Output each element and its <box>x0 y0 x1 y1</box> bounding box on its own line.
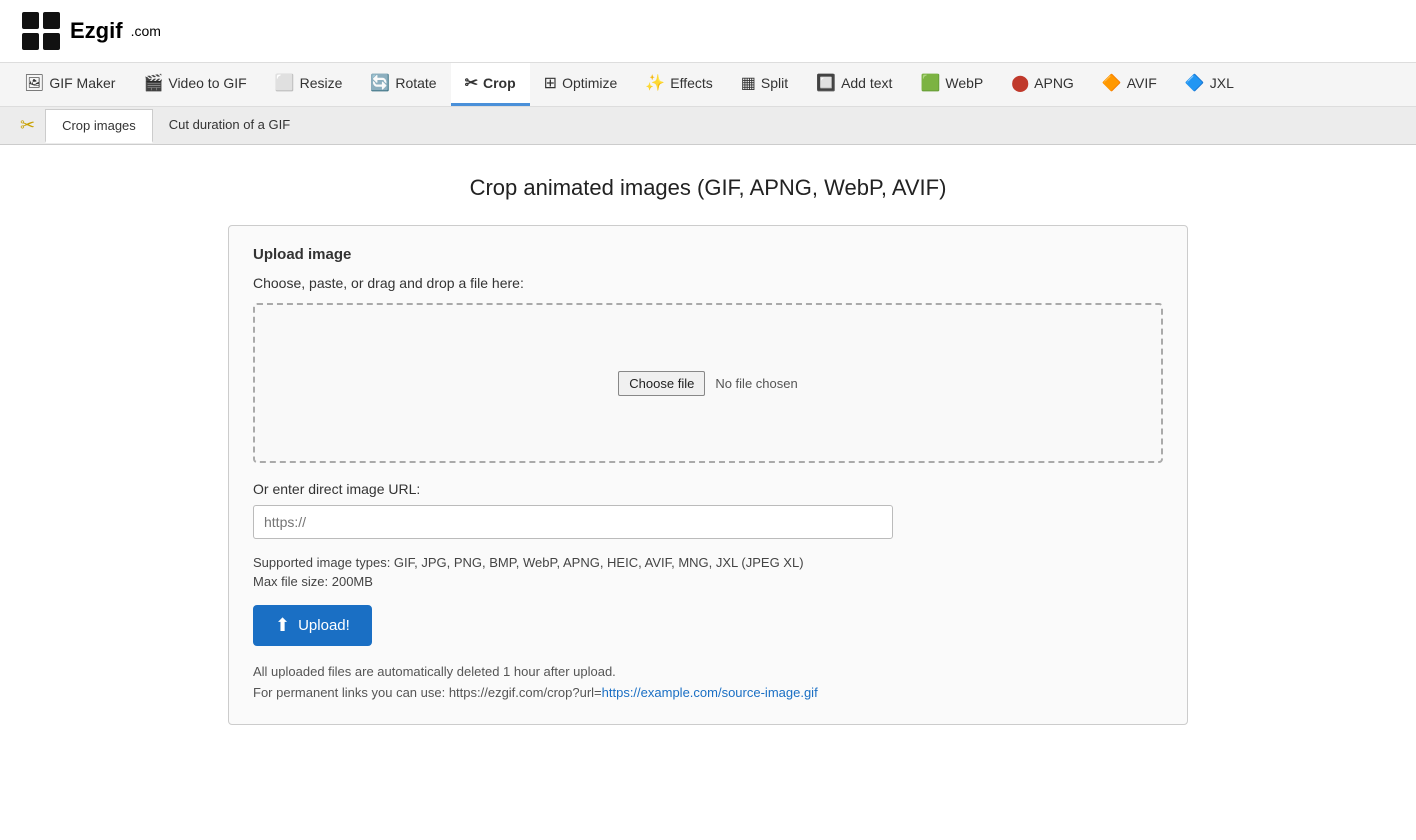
gif-maker-icon: 🖼 <box>24 73 44 93</box>
footer-permanent-link[interactable]: https://example.com/source-image.gif <box>602 685 818 700</box>
crop-icon: ✂ <box>465 73 478 93</box>
nav-item-video-to-gif[interactable]: 🎬 Video to GIF <box>129 63 260 106</box>
url-input[interactable] <box>253 505 893 539</box>
nav-item-rotate[interactable]: 🔄 Rotate <box>356 63 450 106</box>
upload-button[interactable]: ⬆ Upload! <box>253 605 372 646</box>
nav-item-jxl[interactable]: 🔷 JXL <box>1171 63 1248 106</box>
nav-label-rotate: Rotate <box>395 75 436 91</box>
no-file-text: No file chosen <box>715 376 797 391</box>
logo-text: Ezgif <box>70 18 123 44</box>
tab-crop-images[interactable]: Crop images <box>45 109 153 143</box>
nav-item-optimize[interactable]: ⊞ Optimize <box>530 63 632 106</box>
nav-label-effects: Effects <box>670 75 713 91</box>
add-text-icon: 🔲 <box>816 73 836 93</box>
jxl-icon: 🔷 <box>1185 73 1205 93</box>
avif-icon: 🔶 <box>1102 73 1122 93</box>
rotate-icon: 🔄 <box>370 73 390 93</box>
footer-note-line1: All uploaded files are automatically del… <box>253 662 1163 683</box>
nav-label-avif: AVIF <box>1127 75 1157 91</box>
nav-item-webp[interactable]: 🟩 WebP <box>906 63 997 106</box>
video-to-gif-icon: 🎬 <box>143 73 163 93</box>
upload-icon: ⬆ <box>275 615 290 636</box>
nav-label-jxl: JXL <box>1210 75 1234 91</box>
main-content: Crop animated images (GIF, APNG, WebP, A… <box>208 145 1208 755</box>
max-file-size: Max file size: 200MB <box>253 574 1163 589</box>
main-nav: 🖼 GIF Maker 🎬 Video to GIF ⬜ Resize 🔄 Ro… <box>0 63 1416 107</box>
drop-zone[interactable]: Choose file No file chosen <box>253 303 1163 463</box>
logo-link[interactable]: Ezgif .com <box>20 10 161 52</box>
sub-nav: ✂ Crop images Cut duration of a GIF <box>0 107 1416 145</box>
file-input-wrapper: Choose file No file chosen <box>618 371 797 396</box>
resize-icon: ⬜ <box>275 73 295 93</box>
upload-description: Choose, paste, or drag and drop a file h… <box>253 275 1163 291</box>
effects-icon: ✨ <box>645 73 665 93</box>
upload-card-title: Upload image <box>253 246 1163 263</box>
nav-label-video-to-gif: Video to GIF <box>168 75 246 91</box>
footer-note-line2: For permanent links you can use: https:/… <box>253 683 1163 704</box>
nav-label-gif-maker: GIF Maker <box>49 75 115 91</box>
nav-label-split: Split <box>761 75 788 91</box>
webp-icon: 🟩 <box>920 73 940 93</box>
footer-note-prefix: For permanent links you can use: https:/… <box>253 685 602 700</box>
optimize-icon: ⊞ <box>544 73 557 93</box>
split-icon: ▦ <box>741 73 756 93</box>
nav-label-add-text: Add text <box>841 75 892 91</box>
nav-item-gif-maker[interactable]: 🖼 GIF Maker <box>10 63 129 106</box>
nav-item-resize[interactable]: ⬜ Resize <box>261 63 357 106</box>
nav-label-apng: APNG <box>1034 75 1074 91</box>
logo-icon <box>20 10 62 52</box>
footer-note: All uploaded files are automatically del… <box>253 662 1163 704</box>
tab-cut-duration[interactable]: Cut duration of a GIF <box>153 109 306 142</box>
upload-card: Upload image Choose, paste, or drag and … <box>228 225 1188 725</box>
nav-item-split[interactable]: ▦ Split <box>727 63 802 106</box>
apng-icon: ⬤ <box>1011 73 1029 93</box>
nav-label-webp: WebP <box>945 75 983 91</box>
supported-types: Supported image types: GIF, JPG, PNG, BM… <box>253 555 1163 570</box>
nav-item-avif[interactable]: 🔶 AVIF <box>1088 63 1171 106</box>
header: Ezgif .com <box>0 0 1416 63</box>
nav-item-apng[interactable]: ⬤ APNG <box>997 63 1088 106</box>
nav-item-add-text[interactable]: 🔲 Add text <box>802 63 906 106</box>
page-title: Crop animated images (GIF, APNG, WebP, A… <box>228 175 1188 201</box>
nav-label-crop: Crop <box>483 75 516 91</box>
scissors-icon: ✂ <box>10 107 45 144</box>
nav-label-resize: Resize <box>300 75 343 91</box>
logo-suffix: .com <box>131 23 161 39</box>
choose-file-button[interactable]: Choose file <box>618 371 705 396</box>
nav-label-optimize: Optimize <box>562 75 617 91</box>
upload-button-label: Upload! <box>298 617 350 634</box>
url-label: Or enter direct image URL: <box>253 481 1163 497</box>
nav-item-effects[interactable]: ✨ Effects <box>631 63 726 106</box>
nav-item-crop[interactable]: ✂ Crop <box>451 63 530 106</box>
